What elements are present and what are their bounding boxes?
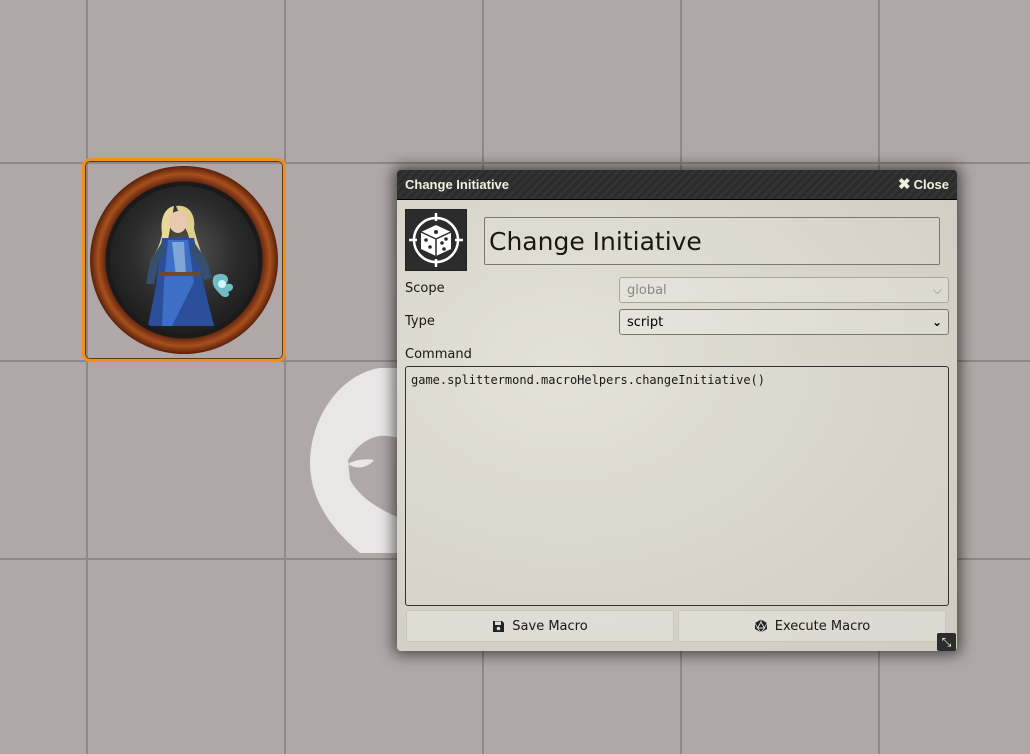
macro-config-dialog: Change Initiative ✖ Close Change Initiat… [397,170,957,651]
resize-icon: ⤡ [941,634,952,649]
grid-line [284,0,286,754]
resize-handle[interactable]: ⤡ [937,633,956,651]
command-textarea[interactable]: game.splittermond.macroHelpers.changeIni… [405,366,949,606]
macro-name-input[interactable]: Change Initiative [484,217,940,265]
command-label: Command [405,347,472,362]
scope-label: Scope [405,281,445,296]
type-label: Type [405,314,435,329]
grid-line [86,0,88,754]
chevron-down-icon: ⌄ [931,315,942,329]
scope-value: global [627,282,667,298]
character-token[interactable] [82,158,286,362]
save-macro-button[interactable]: Save Macro [406,610,674,642]
chevron-down-icon: ⌵ [932,282,942,297]
token-frame [90,166,278,354]
close-icon: ✖ [898,176,911,193]
scope-select: global ⌵ [619,277,949,303]
dialog-title: Change Initiative [405,177,510,192]
type-select[interactable]: script ⌄ [619,309,949,335]
dice-target-icon [409,213,463,267]
dialog-header[interactable]: Change Initiative ✖ Close [397,170,957,200]
close-button[interactable]: ✖ Close [898,177,949,192]
dice-d20-icon [754,619,768,633]
character-portrait-icon [146,205,234,326]
token-portrait [110,186,258,334]
macro-image[interactable] [405,209,467,271]
close-label: Close [913,177,949,192]
floppy-disk-icon [493,620,505,632]
execute-macro-label: Execute Macro [774,618,871,634]
save-macro-label: Save Macro [512,618,588,634]
type-value: script [627,314,664,330]
execute-macro-button[interactable]: Execute Macro [678,610,946,642]
